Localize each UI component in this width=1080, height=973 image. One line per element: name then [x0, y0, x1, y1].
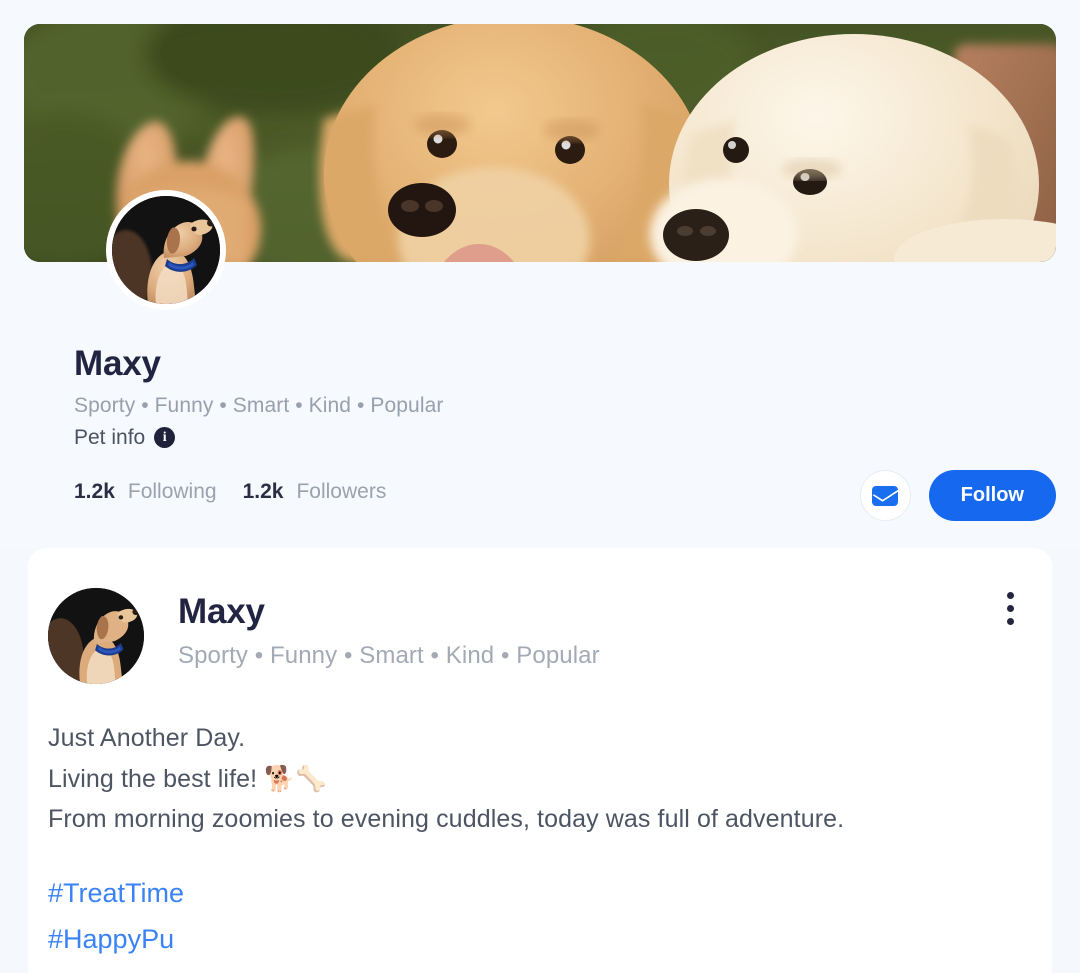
post-body: Just Another Day. Living the best life! …: [28, 684, 1052, 962]
message-button[interactable]: [859, 470, 911, 521]
hashtag-link[interactable]: #HappyPu: [48, 916, 1028, 962]
profile-stats: 1.2k Following 1.2k Followers: [74, 480, 399, 504]
more-vertical-icon[interactable]: [994, 586, 1026, 630]
post-text-line: From morning zoomies to evening cuddles,…: [48, 805, 845, 833]
follow-button[interactable]: Follow: [928, 470, 1056, 521]
info-icon[interactable]: i: [154, 427, 176, 448]
profile-tags: Sporty • Funny • Smart • Kind • Popular: [74, 394, 444, 418]
hashtag-link[interactable]: #TreatTime: [48, 870, 1028, 916]
menu-dot: [1006, 604, 1014, 612]
following-label[interactable]: Following: [128, 480, 217, 504]
followers-label[interactable]: Followers: [296, 480, 386, 504]
menu-dot: [1006, 617, 1014, 625]
profile-avatar[interactable]: [106, 190, 226, 310]
pet-info-row[interactable]: Pet info i: [74, 426, 874, 450]
post-author-name[interactable]: Maxy: [178, 592, 1018, 632]
profile-screen: Maxy Sporty • Funny • Smart • Kind • Pop…: [0, 0, 1080, 973]
menu-dot: [1006, 591, 1014, 599]
post-avatar[interactable]: [48, 588, 144, 684]
post-author-block: Maxy Sporty • Funny • Smart • Kind • Pop…: [178, 588, 1018, 670]
profile-info: Maxy Sporty • Funny • Smart • Kind • Pop…: [74, 344, 874, 450]
profile-avatar-image: [112, 196, 220, 304]
pet-info-label: Pet info: [74, 425, 146, 449]
followers-count: 1.2k: [242, 480, 284, 503]
profile-section: Maxy Sporty • Funny • Smart • Kind • Pop…: [0, 0, 1080, 548]
page-title: Maxy: [74, 344, 161, 383]
envelope-icon: [872, 485, 899, 506]
post-avatar-photo: [48, 588, 144, 684]
profile-actions: Follow: [859, 470, 1056, 521]
post-text-line: Just Another Day.: [48, 724, 246, 752]
post-text-line: Living the best life! 🐕🦴: [48, 764, 327, 793]
post-author-tags: Sporty • Funny • Smart • Kind • Popular: [178, 642, 600, 670]
post-hashtags: #TreatTime #HappyPu: [48, 870, 1028, 963]
post-card: Maxy Sporty • Funny • Smart • Kind • Pop…: [28, 548, 1052, 973]
profile-avatar-photo: [112, 196, 220, 304]
following-count: 1.2k: [74, 480, 115, 503]
post-header: Maxy Sporty • Funny • Smart • Kind • Pop…: [28, 548, 1052, 684]
